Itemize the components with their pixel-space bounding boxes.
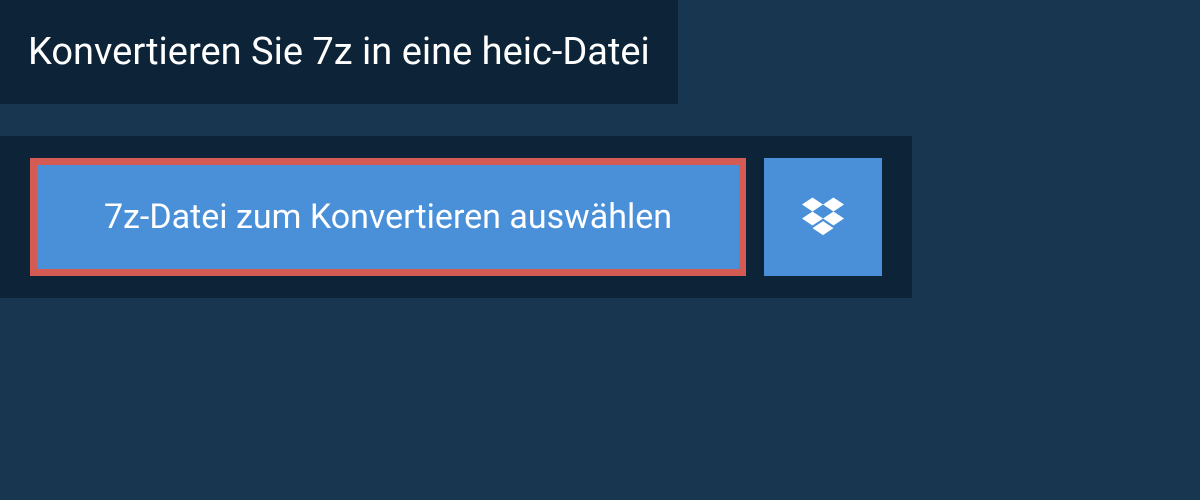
upload-panel: 7z-Datei zum Konvertieren auswählen	[0, 136, 912, 298]
select-file-label: 7z-Datei zum Konvertieren auswählen	[104, 197, 672, 237]
page-title: Konvertieren Sie 7z in eine heic-Datei	[28, 30, 650, 74]
dropbox-button[interactable]	[764, 158, 882, 276]
dropbox-icon	[802, 194, 844, 240]
select-file-button[interactable]: 7z-Datei zum Konvertieren auswählen	[30, 158, 746, 276]
header-bar: Konvertieren Sie 7z in eine heic-Datei	[0, 0, 678, 104]
